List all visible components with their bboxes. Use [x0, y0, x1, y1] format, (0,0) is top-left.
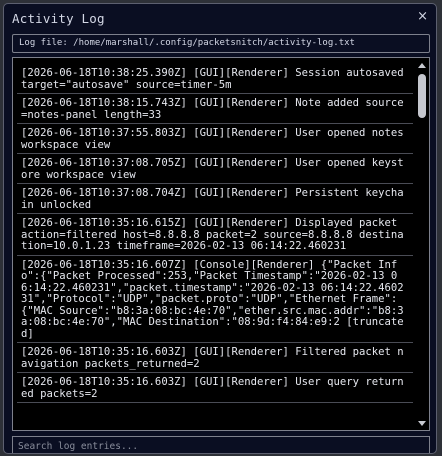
close-icon[interactable]: ×	[417, 9, 428, 25]
log-panel: [2026-06-18T10:38:25.390Z] [GUI][Rendere…	[12, 57, 430, 431]
log-entry: [2026-06-18T10:35:16.607Z] [Console][Ren…	[17, 256, 413, 343]
log-entry: [2026-06-18T10:38:15.743Z] [GUI][Rendere…	[17, 94, 413, 124]
log-entry: [2026-06-18T10:37:55.803Z] [GUI][Rendere…	[17, 124, 413, 154]
log-entry: [2026-06-18T10:35:16.603Z] [GUI][Rendere…	[17, 343, 413, 373]
title-bar: Activity Log ×	[4, 4, 436, 32]
search-input[interactable]	[12, 436, 430, 453]
chevron-down-icon[interactable]	[418, 421, 426, 426]
scrollbar[interactable]	[417, 60, 428, 428]
log-entry: [2026-06-18T10:35:16.615Z] [GUI][Rendere…	[17, 214, 413, 256]
log-entry: [2026-06-18T10:37:08.705Z] [GUI][Rendere…	[17, 154, 413, 184]
log-entry: [2026-06-18T10:38:25.390Z] [GUI][Rendere…	[17, 64, 413, 94]
activity-log-window: Activity Log × Log file: /home/marshall/…	[3, 3, 437, 454]
chevron-up-icon[interactable]	[418, 63, 426, 68]
log-file-path: Log file: /home/marshall/.config/packets…	[12, 34, 430, 53]
scroll-thumb[interactable]	[418, 74, 426, 118]
log-entry: [2026-06-18T10:35:16.603Z] [GUI][Rendere…	[17, 373, 413, 403]
log-entry: [2026-06-18T10:37:08.704Z] [GUI][Rendere…	[17, 184, 413, 214]
window-title: Activity Log	[12, 11, 105, 26]
log-list: [2026-06-18T10:38:25.390Z] [GUI][Rendere…	[17, 64, 413, 403]
